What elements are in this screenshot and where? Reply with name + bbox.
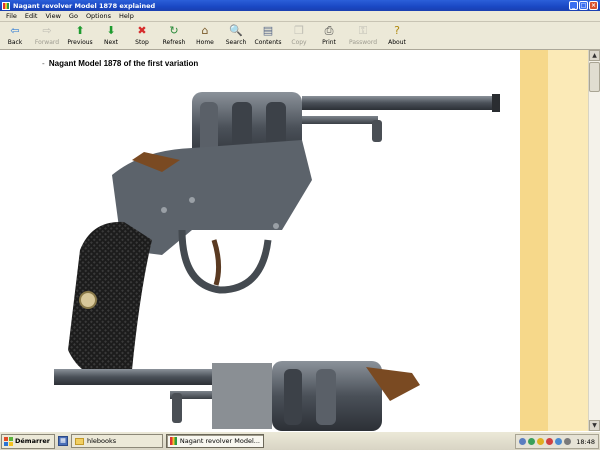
revolver-photo-side-left <box>68 92 500 380</box>
print-label: Print <box>322 39 336 46</box>
home-icon: ⌂ <box>201 24 209 37</box>
taskbar-item[interactable]: Nagant revolver Model... <box>166 434 264 448</box>
stop-label: Stop <box>135 39 149 46</box>
key-icon: ⚿ <box>358 24 368 37</box>
forward-button[interactable]: ⇨ Forward <box>30 22 64 49</box>
search-button[interactable]: 🔍 Search <box>220 22 252 49</box>
tray-display-icon[interactable] <box>564 438 572 445</box>
caption-text: Nagant Model 1878 of the first variation <box>48 59 199 68</box>
print-icon: ⎙ <box>324 24 334 37</box>
contents-icon: ▤ <box>262 24 274 37</box>
grip-medallion <box>79 291 97 309</box>
back-arrow-icon: ⇦ <box>10 24 20 37</box>
next-label: Next <box>104 39 118 46</box>
stop-button[interactable]: ✖ Stop <box>126 22 158 49</box>
up-arrow-icon: ⬆ <box>75 24 85 37</box>
stop-icon: ✖ <box>137 24 147 37</box>
windows-logo-icon <box>4 436 13 446</box>
menu-bar: File Edit View Go Options Help <box>0 11 600 22</box>
menu-view[interactable]: View <box>41 12 64 20</box>
refresh-icon: ↻ <box>169 24 179 37</box>
quick-launch-icon[interactable]: ▦ <box>58 436 68 446</box>
folder-icon <box>75 437 84 445</box>
tray-arrow-icon[interactable] <box>519 438 527 445</box>
barrel <box>302 96 498 110</box>
about-button[interactable]: ? About <box>382 22 412 49</box>
previous-label: Previous <box>67 39 93 46</box>
menu-options[interactable]: Options <box>82 12 115 20</box>
scroll-thumb[interactable] <box>589 62 600 92</box>
next-button[interactable]: ⬇ Next <box>96 22 126 49</box>
right-border-light <box>548 50 588 431</box>
search-icon: 🔍 <box>229 24 243 37</box>
search-label: Search <box>225 39 247 46</box>
forward-arrow-icon: ⇨ <box>42 24 52 37</box>
trigger <box>211 239 222 286</box>
taskbar-item[interactable]: hlebooks <box>71 434 163 448</box>
copy-button[interactable]: ❐ Copy <box>284 22 314 49</box>
toolbar: ⇦ Back ⇨ Forward ⬆ Previous ⬇ Next ✖ Stop ↻ Refresh… <box>0 22 600 50</box>
close-button[interactable]: × <box>589 1 598 10</box>
vertical-scrollbar[interactable]: ▲ ▼ <box>588 50 600 431</box>
app-icon <box>2 1 10 10</box>
maximize-button[interactable]: □ <box>579 1 588 10</box>
menu-go[interactable]: Go <box>65 12 82 20</box>
refresh-button[interactable]: ↻ Refresh <box>158 22 190 49</box>
app-icon <box>170 437 177 445</box>
trigger-guard <box>178 229 272 294</box>
password-button[interactable]: ⚿ Password <box>344 22 382 49</box>
taskbar: Démarrer ▦ hlebooks Nagant revolver Model… <box>0 431 600 450</box>
back-label: Back <box>7 39 23 46</box>
system-tray: 18:48 <box>515 434 599 449</box>
ejector-rod <box>302 116 378 124</box>
print-button[interactable]: ⎙ Print <box>314 22 344 49</box>
scroll-up-button[interactable]: ▲ <box>589 50 600 61</box>
home-button[interactable]: ⌂ Home <box>190 22 220 49</box>
contents-button[interactable]: ▤ Contents <box>252 22 284 49</box>
left-margin <box>0 50 32 431</box>
tray-security-icon[interactable] <box>537 438 545 445</box>
minimize-button[interactable]: _ <box>569 1 578 10</box>
about-icon: ? <box>394 24 400 37</box>
menu-edit[interactable]: Edit <box>21 12 42 20</box>
contents-label: Contents <box>254 39 282 46</box>
scroll-down-button[interactable]: ▼ <box>589 420 600 431</box>
ejector-knob <box>372 120 382 142</box>
copy-icon: ❐ <box>294 24 304 37</box>
password-label: Password <box>348 39 378 46</box>
window-title: Nagant revolver Model 1878 explained <box>13 1 156 10</box>
image-caption: - Nagant Model 1878 of the first variati… <box>42 59 198 68</box>
tray-network-icon[interactable] <box>528 438 536 445</box>
revolver-photo-side-right <box>54 361 420 431</box>
clock: 18:48 <box>576 437 595 446</box>
refresh-label: Refresh <box>162 39 186 46</box>
start-label: Démarrer <box>15 437 50 445</box>
previous-button[interactable]: ⬆ Previous <box>64 22 96 49</box>
title-bar: Nagant revolver Model 1878 explained _ □… <box>0 0 600 11</box>
menu-help[interactable]: Help <box>115 12 138 20</box>
task-list: hlebooks Nagant revolver Model... <box>68 434 264 448</box>
forward-label: Forward <box>34 39 60 46</box>
content-area: - Nagant Model 1878 of the first variati… <box>0 50 600 431</box>
taskbar-item-label: hlebooks <box>87 437 117 445</box>
right-border-dark <box>520 50 548 431</box>
back-button[interactable]: ⇦ Back <box>0 22 30 49</box>
menu-file[interactable]: File <box>2 12 21 20</box>
tray-volume-icon[interactable] <box>555 438 563 445</box>
copy-label: Copy <box>291 39 307 46</box>
caption-bullet: - <box>42 59 45 68</box>
window-controls: _ □ × <box>569 1 598 10</box>
muzzle <box>492 94 500 112</box>
start-button[interactable]: Démarrer <box>1 433 55 449</box>
down-arrow-icon: ⬇ <box>106 24 116 37</box>
tray-antivirus-icon[interactable] <box>546 438 554 445</box>
taskbar-item-label: Nagant revolver Model... <box>179 437 260 445</box>
about-label: About <box>388 39 406 46</box>
page: - Nagant Model 1878 of the first variati… <box>32 50 520 431</box>
home-label: Home <box>196 39 214 46</box>
